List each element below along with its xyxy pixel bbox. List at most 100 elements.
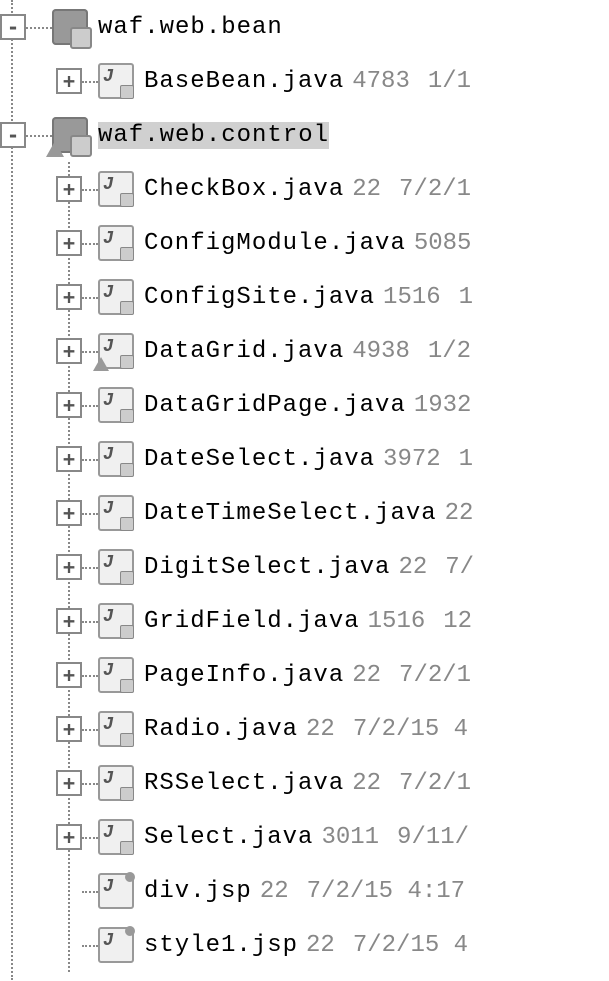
collapse-icon[interactable]: - [0,122,26,148]
node-label: DataGridPage.java [144,392,406,419]
expand-icon[interactable]: + [56,608,82,634]
revision-number: 22 [306,932,335,959]
node-label: Radio.java [144,716,298,743]
revision-number: 22 [352,770,381,797]
revision-number: 4938 [352,338,410,365]
expand-icon[interactable]: + [56,500,82,526]
date-text: 1 [459,284,473,311]
node-label: ConfigModule.java [144,230,406,257]
java-file-icon [98,171,134,207]
expand-icon[interactable]: + [56,284,82,310]
java-file-icon [98,279,134,315]
revision-number: 3011 [321,824,379,851]
expand-icon[interactable]: + [56,392,82,418]
tree-connector [82,81,98,83]
tree-node[interactable]: +CheckBox.java227/2/1 [0,162,609,216]
tree-connector [82,567,98,569]
tree-node[interactable]: div.jsp 22 7/2/15 4:17 [0,864,609,918]
tree-connector [82,189,98,191]
date-text: 9/11/ [397,824,469,851]
tree-node[interactable]: + DataGrid.java 4938 1/2 [0,324,609,378]
expand-icon[interactable]: + [56,230,82,256]
date-text: 7/2/1 [399,662,471,689]
tree-connector [82,783,98,785]
date-text: 7/2/15 4 [353,716,468,743]
tree-connector [82,459,98,461]
date-text: 7/2/1 [399,770,471,797]
tree-node[interactable]: + RSSelect.java 22 7/2/1 [0,756,609,810]
tree-node[interactable]: - waf.web.control [0,108,609,162]
node-label: DateSelect.java [144,446,375,473]
tree-connector [82,621,98,623]
tree-connector [82,945,98,947]
java-file-icon [98,765,134,801]
date-text: 1 [459,446,473,473]
node-label: PageInfo.java [144,662,344,689]
expand-icon[interactable]: + [56,68,82,94]
tree-connector [26,27,52,29]
tree-connector [82,891,98,893]
expand-icon[interactable]: + [56,446,82,472]
tree-node[interactable]: + PageInfo.java 22 7/2/1 [0,648,609,702]
tree-node[interactable]: +ConfigSite.java15161 [0,270,609,324]
node-label: Select.java [144,824,313,851]
expand-icon[interactable]: + [56,554,82,580]
node-label: GridField.java [144,608,360,635]
revision-number: 22 [260,878,289,905]
expand-icon[interactable]: + [56,338,82,364]
expand-icon[interactable]: + [56,662,82,688]
tree-node[interactable]: + DataGridPage.java 1932 [0,378,609,432]
date-text: 7/2/15 4:17 [307,878,465,905]
date-text: 1/2 [428,338,471,365]
node-label: waf.web.control [98,122,329,149]
tree-node[interactable]: - waf.web.bean [0,0,609,54]
tree-connector [82,351,98,353]
node-label: ConfigSite.java [144,284,375,311]
revision-number: 22 [445,500,474,527]
node-label: DigitSelect.java [144,554,390,581]
tree-node[interactable]: + GridField.java 1516 12 [0,594,609,648]
revision-number: 22 [352,662,381,689]
tree-connector [82,297,98,299]
node-label: waf.web.bean [98,14,283,41]
tree-connector [82,729,98,731]
tree-connector [82,513,98,515]
collapse-icon[interactable]: - [0,14,26,40]
expand-icon[interactable]: + [56,824,82,850]
date-text: 12 [443,608,472,635]
tree-node[interactable]: +DateTimeSelect.java22 [0,486,609,540]
java-file-icon [98,387,134,423]
revision-number: 1932 [414,392,472,419]
tree-node[interactable]: +BaseBean.java47831/1 [0,54,609,108]
node-label: div.jsp [144,878,252,905]
tree-node[interactable]: + DateSelect.java 3972 1 [0,432,609,486]
revision-number: 5085 [414,230,472,257]
package-icon [52,9,88,45]
revision-number: 3972 [383,446,441,473]
revision-number: 22 [352,176,381,203]
expand-icon[interactable]: + [56,770,82,796]
tree-node[interactable]: style1.jsp227/2/15 4 [0,918,609,972]
revision-number: 22 [398,554,427,581]
revision-number: 4783 [352,68,410,95]
revision-number: 1516 [368,608,426,635]
expand-icon[interactable]: + [56,176,82,202]
tree-node[interactable]: + Radio.java 22 7/2/15 4 [0,702,609,756]
node-label: RSSelect.java [144,770,344,797]
revision-number: 22 [306,716,335,743]
tree-connector [82,675,98,677]
date-text: 1/1 [428,68,471,95]
tree-node[interactable]: + Select.java 3011 9/11/ [0,810,609,864]
java-file-icon [98,225,134,261]
node-label: DataGrid.java [144,338,344,365]
tree-node[interactable]: + ConfigModule.java 5085 [0,216,609,270]
tree-node[interactable]: + DigitSelect.java 22 7/ [0,540,609,594]
date-text: 7/2/15 4 [353,932,468,959]
node-label: CheckBox.java [144,176,344,203]
date-text: 7/ [445,554,474,581]
java-file-icon [98,603,134,639]
java-file-icon [98,63,134,99]
java-file-icon [98,711,134,747]
expand-icon[interactable]: + [56,716,82,742]
java-file-warning-icon [98,333,134,369]
